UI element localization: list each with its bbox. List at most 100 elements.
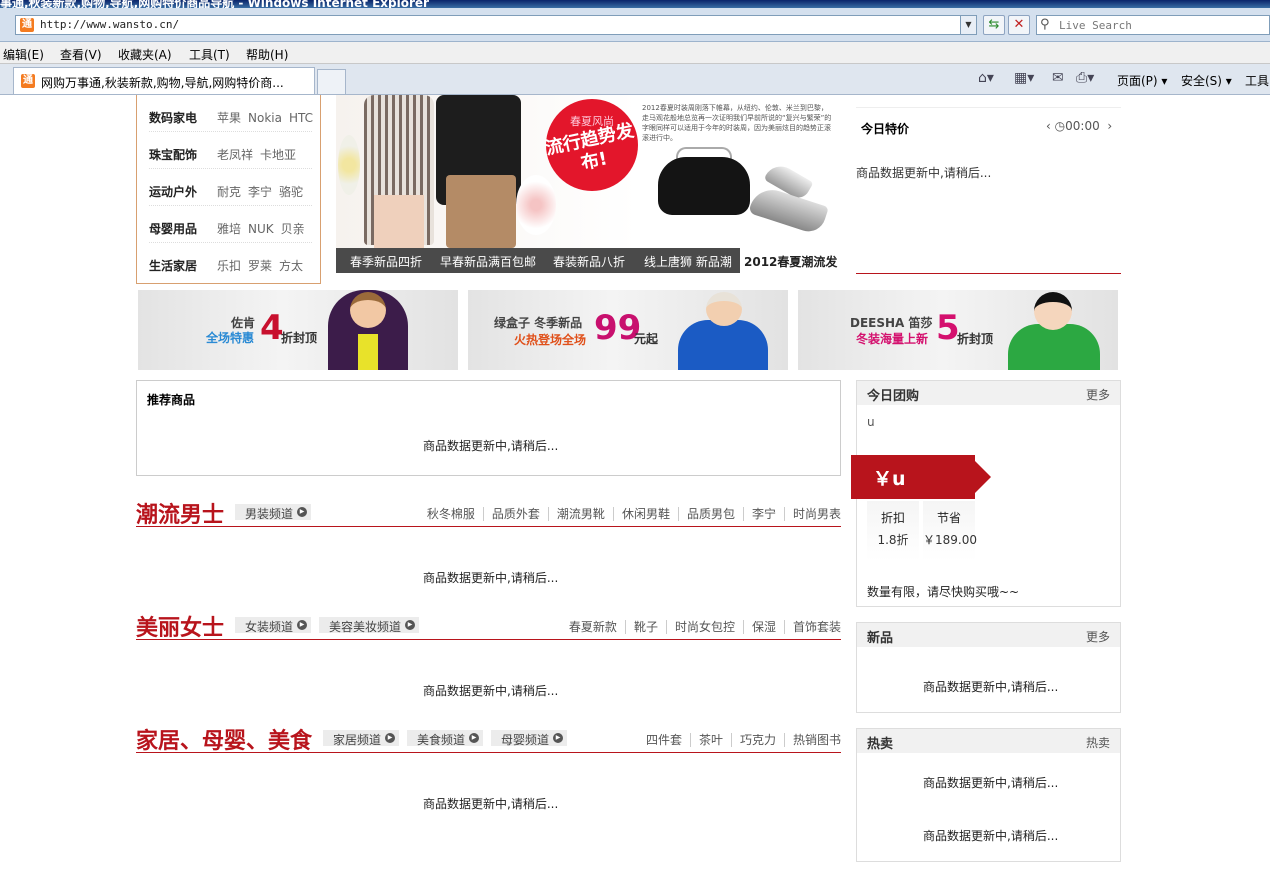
channel-button[interactable]: 美容美妆频道 ▶ — [319, 617, 420, 634]
url-text[interactable]: http://www.wansto.cn/ — [40, 18, 179, 31]
category-name[interactable]: 数码家电 — [149, 109, 197, 126]
category-link[interactable]: 老凤祥 — [217, 148, 253, 162]
section-link[interactable]: 李宁 — [742, 507, 784, 521]
refresh-button[interactable]: ⇆ — [983, 15, 1005, 35]
promo-brand: 绿盒子 冬季新品 — [494, 316, 583, 330]
kid-head — [1034, 292, 1072, 330]
category-link[interactable]: 苹果 — [217, 111, 241, 125]
category-link[interactable]: 雅培 — [217, 222, 241, 236]
category-link[interactable]: 骆驼 — [279, 185, 303, 199]
section-link[interactable]: 巧克力 — [730, 733, 784, 747]
next-arrow-icon[interactable]: › — [1107, 119, 1112, 133]
category-link[interactable]: HTC — [289, 111, 313, 125]
main-banner[interactable]: 春夏风尚 流行趋势发布! 2012春夏时装周刚落下帷幕，从纽约、伦敦、米兰到巴黎… — [336, 95, 838, 273]
promo-banner[interactable]: 佐肯 全场特惠 4 折封顶 — [138, 290, 458, 370]
channel-button[interactable]: 男装频道 ▶ — [235, 504, 312, 521]
model-legs — [446, 175, 516, 248]
banner-tab[interactable]: 春装新品八折 — [553, 253, 625, 270]
url-field[interactable]: 通 http://www.wansto.cn/ ▼ — [15, 15, 977, 35]
section-link[interactable]: 秋冬棉服 — [419, 507, 483, 521]
section-link[interactable]: 潮流男靴 — [547, 507, 613, 521]
more-link[interactable]: 更多 — [1086, 628, 1110, 645]
section-title[interactable]: 潮流男士 — [136, 497, 224, 529]
category-name[interactable]: 珠宝配饰 — [149, 146, 197, 163]
recommend-title: 推荐商品 — [147, 393, 196, 407]
section-link[interactable]: 四件套 — [638, 733, 690, 747]
section-link[interactable]: 品质外套 — [482, 507, 548, 521]
section-link[interactable]: 首饰套装 — [783, 620, 841, 634]
category-link[interactable]: 罗莱 — [248, 259, 272, 273]
banner-tab-active[interactable]: 2012春夏潮流发 — [744, 253, 837, 270]
section-title[interactable]: 美丽女士 — [136, 610, 224, 642]
section-link[interactable]: 春夏新款 — [561, 620, 625, 634]
mail-icon[interactable]: ✉ — [1052, 70, 1064, 86]
channel-label: 女装频道 — [245, 620, 294, 634]
category-name[interactable]: 运动户外 — [149, 183, 197, 200]
stop-button[interactable]: ✕ — [1008, 15, 1030, 35]
section-link[interactable]: 时尚女包控 — [665, 620, 743, 634]
channel-button[interactable]: 美食频道 ▶ — [407, 730, 484, 747]
banner-tab[interactable]: 春季新品四折 — [350, 253, 422, 270]
safety-menu[interactable]: 安全(S) ▾ — [1181, 72, 1232, 89]
promo-banner[interactable]: DEESHA 笛莎 冬装海量上新 5 折封顶 — [798, 290, 1118, 370]
category-link[interactable]: NUK — [248, 222, 274, 236]
section-title[interactable]: 家居、母婴、美食 — [136, 723, 312, 755]
menu-view[interactable]: 查看(V) — [60, 46, 102, 63]
menu-tools[interactable]: 工具(T) — [189, 46, 230, 63]
category-link[interactable]: 卡地亚 — [260, 148, 296, 162]
category-row: 运动户外 耐克 李宁 骆驼 — [149, 169, 312, 206]
save-label: 节省 — [936, 511, 961, 525]
page-menu-label: 页面(P) — [1117, 74, 1158, 88]
category-links: 乐扣 罗莱 方太 — [217, 257, 310, 274]
new-items-title: 新品 — [867, 631, 894, 646]
menu-help[interactable]: 帮助(H) — [246, 46, 288, 63]
section-link[interactable]: 品质男包 — [677, 507, 743, 521]
hot-items-header: 热卖 热卖 — [857, 729, 1120, 753]
kid-head — [706, 292, 742, 326]
banner-tab[interactable]: 早春新品满百包邮 — [440, 253, 536, 270]
category-name[interactable]: 母婴用品 — [149, 220, 197, 237]
print-icon[interactable]: ⎙▾ — [1076, 70, 1094, 86]
category-link[interactable]: 方太 — [279, 259, 303, 273]
promo-banner[interactable]: 绿盒子 冬季新品 火热登场全场 99 元起 — [468, 290, 788, 370]
price-arrow-shape — [969, 455, 991, 499]
page-menu[interactable]: 页面(P) ▾ — [1117, 72, 1167, 89]
url-dropdown-icon[interactable]: ▼ — [960, 16, 976, 34]
category-name[interactable]: 生活家居 — [149, 257, 197, 274]
category-link[interactable]: 耐克 — [217, 185, 241, 199]
today-special-timer: ‹ ◷00:00 › — [1046, 119, 1112, 133]
section-link[interactable]: 时尚男表 — [783, 507, 841, 521]
loading-message: 商品数据更新中,请稍后... — [923, 680, 1059, 694]
menu-edit[interactable]: 编辑(E) — [3, 46, 44, 63]
section-link[interactable]: 靴子 — [624, 620, 666, 634]
channel-button[interactable]: 女装频道 ▶ — [235, 617, 312, 634]
section-link[interactable]: 热销图书 — [783, 733, 841, 747]
tab-current[interactable]: 通 网购万事通,秋装新款,购物,导航,网购特价商... — [13, 67, 315, 94]
prev-arrow-icon[interactable]: ‹ — [1046, 119, 1051, 133]
home-icon[interactable]: ⌂▾ — [978, 70, 994, 86]
channel-button[interactable]: 家居频道 ▶ — [323, 730, 400, 747]
new-tab-button[interactable] — [317, 69, 346, 94]
group-buy-name[interactable]: u — [867, 415, 875, 429]
new-items-box: 新品 更多 商品数据更新中,请稍后... — [856, 622, 1121, 713]
more-link[interactable]: 更多 — [1086, 386, 1110, 403]
loading-message: 商品数据更新中,请稍后... — [923, 776, 1059, 790]
search-input[interactable]: ⚲ Live Search — [1036, 15, 1270, 35]
menu-favorites[interactable]: 收藏夹(A) — [118, 46, 172, 63]
group-buy-note: 数量有限，请尽快购买哦~~ — [867, 585, 1020, 599]
promo-tail: 元起 — [634, 332, 659, 346]
section-link[interactable]: 休闲男鞋 — [612, 507, 678, 521]
promo-subtitle: 火热登场全场 — [514, 333, 587, 347]
banner-tab[interactable]: 线上唐狮 新品潮 — [644, 253, 732, 270]
category-link[interactable]: 李宁 — [248, 185, 272, 199]
category-link[interactable]: Nokia — [248, 111, 282, 125]
trend-badge-main: 流行趋势发布! — [543, 120, 636, 175]
section-link[interactable]: 茶叶 — [689, 733, 731, 747]
feeds-icon[interactable]: ▦▾ — [1014, 70, 1034, 86]
category-link[interactable]: 乐扣 — [217, 259, 241, 273]
section-link[interactable]: 保湿 — [742, 620, 784, 634]
more-link[interactable]: 热卖 — [1086, 734, 1110, 751]
channel-button[interactable]: 母婴频道 ▶ — [491, 730, 568, 747]
tools-menu[interactable]: 工具 — [1245, 72, 1269, 89]
category-link[interactable]: 贝亲 — [281, 222, 305, 236]
